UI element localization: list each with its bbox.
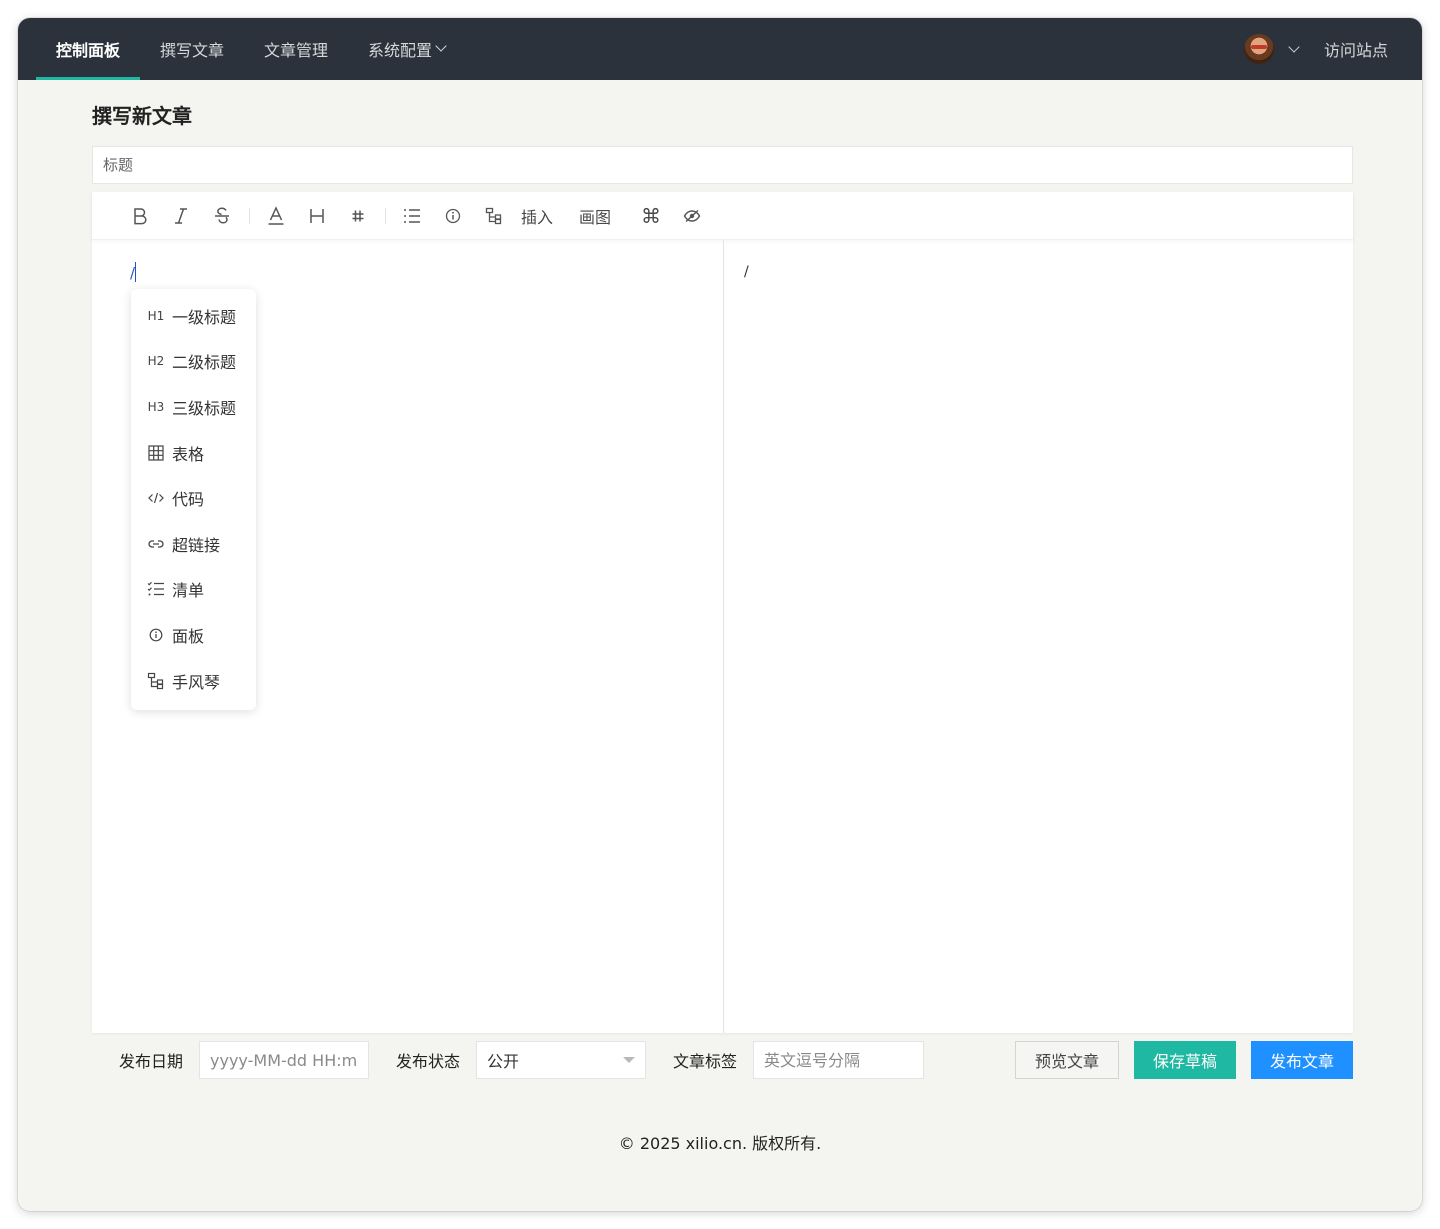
- menu-item-label: 一级标题: [172, 307, 237, 327]
- publish-status-label: 发布状态: [396, 1052, 461, 1071]
- menu-item-label: 代码: [172, 490, 205, 510]
- menu-item-h2[interactable]: H2 二级标题: [131, 339, 256, 385]
- publish-status-value: 公开: [487, 1052, 520, 1071]
- code-icon: [146, 492, 166, 504]
- nav-dashboard[interactable]: 控制面板: [36, 18, 141, 80]
- save-draft-button[interactable]: 保存草稿: [1133, 1041, 1236, 1079]
- nav-write-post-label: 撰写文章: [160, 41, 225, 60]
- slash-command-menu: H1 一级标题 H2 二级标题 H3 三级标题 表格 代码 超链接 清单 面板 …: [131, 289, 256, 710]
- menu-item-label: 表格: [172, 444, 205, 464]
- menu-item-label: 三级标题: [172, 398, 237, 418]
- editor-content[interactable]: /: [130, 262, 137, 282]
- editor-toolbar: 插入 画图 ⌘: [92, 192, 1353, 240]
- accordion-icon: [146, 672, 166, 690]
- hashtag-icon[interactable]: [342, 200, 374, 232]
- draw-button[interactable]: 画图: [577, 200, 613, 232]
- post-tags-label: 文章标签: [673, 1052, 738, 1071]
- publish-options-bar: 发布日期 发布状态 公开 文章标签 预览文章 保存草稿 发布文章: [92, 1040, 1353, 1080]
- info-icon[interactable]: [437, 200, 469, 232]
- menu-item-panel[interactable]: 面板: [131, 612, 256, 658]
- nav-write-post[interactable]: 撰写文章: [140, 18, 244, 80]
- h3-icon: H3: [147, 399, 165, 414]
- editor-panes: / H1 一级标题 H2 二级标题 H3 三级标题 表格 代码 超链接 清单 面…: [92, 240, 1353, 1033]
- publish-date-input[interactable]: [199, 1041, 370, 1079]
- insert-button[interactable]: 插入: [519, 200, 555, 232]
- nav-system-config-label: 系统配置: [368, 41, 433, 60]
- avatar[interactable]: [1243, 34, 1274, 64]
- post-tags-input[interactable]: [753, 1041, 925, 1079]
- publish-date-label: 发布日期: [119, 1052, 184, 1071]
- preview-content: /: [744, 264, 749, 280]
- table-icon: [146, 444, 166, 461]
- h1-icon: H1: [147, 308, 165, 323]
- menu-item-accordion[interactable]: 手风琴: [131, 658, 256, 704]
- link-icon: [146, 538, 166, 550]
- preview-post-button[interactable]: 预览文章: [1014, 1041, 1119, 1079]
- h2-icon: H2: [147, 354, 165, 369]
- menu-item-h1[interactable]: H1 一级标题: [131, 293, 256, 339]
- menu-item-label: 手风琴: [172, 672, 221, 692]
- toolbar-separator: [385, 207, 386, 224]
- menu-item-label: 二级标题: [172, 353, 237, 373]
- heading-icon[interactable]: [301, 200, 333, 232]
- publish-post-button[interactable]: 发布文章: [1250, 1041, 1353, 1079]
- menu-item-label: 清单: [172, 581, 205, 601]
- footer-copyright: © 2025 xilio.cn. 版权所有.: [618, 1134, 822, 1153]
- post-title-input[interactable]: [92, 146, 1353, 184]
- menu-item-code[interactable]: 代码: [131, 475, 256, 521]
- eye-icon[interactable]: [676, 200, 708, 232]
- user-menu-chevron-down-icon[interactable]: [1288, 40, 1300, 53]
- menu-item-label: 面板: [172, 626, 205, 646]
- nav-dashboard-label: 控制面板: [56, 41, 121, 60]
- text-caret: [135, 262, 137, 282]
- menu-item-table[interactable]: 表格: [131, 430, 256, 476]
- markdown-editor: 插入 画图 ⌘ / H1 一级标题 H2 二级标题 H3 三级标题 表格 代码 …: [92, 192, 1353, 1033]
- bold-icon[interactable]: [124, 200, 156, 232]
- list-icon[interactable]: [396, 200, 428, 232]
- nav-manage-posts[interactable]: 文章管理: [244, 18, 348, 80]
- info-icon: [146, 628, 166, 642]
- command-icon[interactable]: ⌘: [635, 200, 667, 232]
- app-window: 控制面板 撰写文章 文章管理 系统配置 访问站点 撰写新文章 标题 插入 画图 …: [18, 18, 1422, 1211]
- accordion-icon[interactable]: [478, 200, 510, 232]
- menu-item-h3[interactable]: H3 三级标题: [131, 384, 256, 430]
- menu-item-checklist[interactable]: 清单: [131, 567, 256, 613]
- top-navbar: 控制面板 撰写文章 文章管理 系统配置 访问站点: [18, 18, 1422, 80]
- page-title: 撰写新文章: [92, 104, 192, 128]
- nav-right: 访问站点: [1243, 18, 1404, 80]
- caret-down-icon: [623, 1057, 636, 1063]
- visit-site-link[interactable]: 访问站点: [1324, 37, 1404, 61]
- menu-item-label: 超链接: [172, 535, 221, 555]
- publish-status-select[interactable]: 公开: [476, 1041, 647, 1079]
- italic-icon[interactable]: [165, 200, 197, 232]
- chevron-down-icon: [435, 40, 447, 52]
- nav-system-config[interactable]: 系统配置: [348, 18, 465, 80]
- nav-manage-posts-label: 文章管理: [264, 41, 329, 60]
- menu-item-link[interactable]: 超链接: [131, 521, 256, 567]
- preview-pane: /: [724, 240, 1353, 1033]
- strikethrough-icon[interactable]: [206, 200, 238, 232]
- font-color-icon[interactable]: [260, 200, 292, 232]
- edit-pane[interactable]: / H1 一级标题 H2 二级标题 H3 三级标题 表格 代码 超链接 清单 面…: [92, 240, 724, 1033]
- toolbar-separator: [249, 207, 250, 224]
- checklist-icon: [146, 581, 166, 597]
